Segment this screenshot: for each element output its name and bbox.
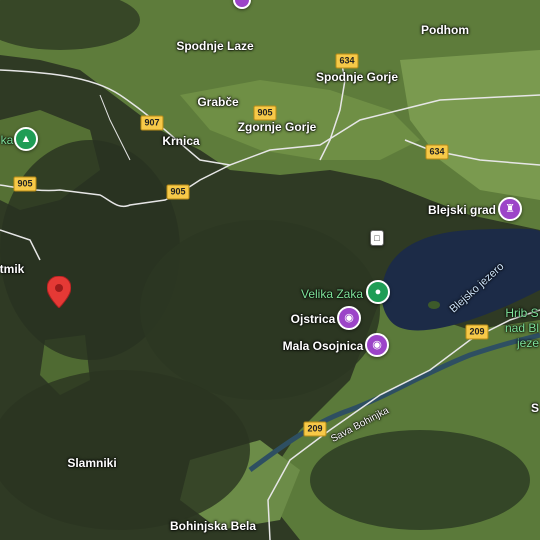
road-shield-905: 905 bbox=[13, 176, 37, 192]
park-icon[interactable]: ● bbox=[366, 280, 390, 304]
location-pin-icon[interactable] bbox=[47, 276, 71, 308]
castle-icon[interactable]: ♜ bbox=[498, 197, 522, 221]
place-label-spodnje-gorje[interactable]: Spodnje Gorje bbox=[316, 70, 398, 84]
road-shield-634: 634 bbox=[335, 53, 359, 69]
place-label-partial-s[interactable]: S bbox=[531, 401, 539, 415]
place-label-partial-nad[interactable]: nad Bl bbox=[505, 321, 539, 335]
place-label-partial-west[interactable]: tmik bbox=[0, 262, 24, 276]
place-label-mala-osojnica[interactable]: Mala Osojnica bbox=[283, 339, 364, 353]
camera-icon[interactable]: ◉ bbox=[337, 306, 361, 330]
place-label-slamniki[interactable]: Slamniki bbox=[67, 456, 116, 470]
lake-island bbox=[428, 301, 440, 309]
place-label-blejski-grad[interactable]: Blejski grad bbox=[428, 203, 496, 217]
transit-icon[interactable]: □ bbox=[370, 230, 384, 246]
place-label-grabce[interactable]: Grabče bbox=[197, 95, 238, 109]
place-label-zgornje-gorje[interactable]: Zgornje Gorje bbox=[238, 120, 317, 134]
road-shield-907: 907 bbox=[140, 115, 164, 131]
place-label-partial-jezero[interactable]: jeze bbox=[517, 336, 539, 350]
place-label-krnica[interactable]: Krnica bbox=[162, 134, 199, 148]
road-shield-209: 209 bbox=[303, 421, 327, 437]
forest-patch bbox=[310, 430, 530, 530]
place-label-velika-zaka[interactable]: Velika Zaka bbox=[301, 287, 363, 301]
road-shield-209: 209 bbox=[465, 324, 489, 340]
road-shield-634: 634 bbox=[425, 144, 449, 160]
camera-icon[interactable]: ◉ bbox=[365, 333, 389, 357]
road-shield-905: 905 bbox=[166, 184, 190, 200]
place-label-bohinjska-bela[interactable]: Bohinjska Bela bbox=[170, 519, 256, 533]
forest-patch bbox=[0, 370, 250, 530]
place-label-partial-ka[interactable]: ka bbox=[1, 133, 14, 147]
park-icon[interactable]: ▲ bbox=[14, 127, 38, 151]
place-label-ojstrica[interactable]: Ojstrica bbox=[291, 312, 336, 326]
place-label-spodnje-laze[interactable]: Spodnje Laze bbox=[176, 39, 253, 53]
place-label-podhom[interactable]: Podhom bbox=[421, 23, 469, 37]
place-label-partial-hrib[interactable]: Hrib S bbox=[505, 306, 538, 320]
road-shield-905: 905 bbox=[253, 105, 277, 121]
